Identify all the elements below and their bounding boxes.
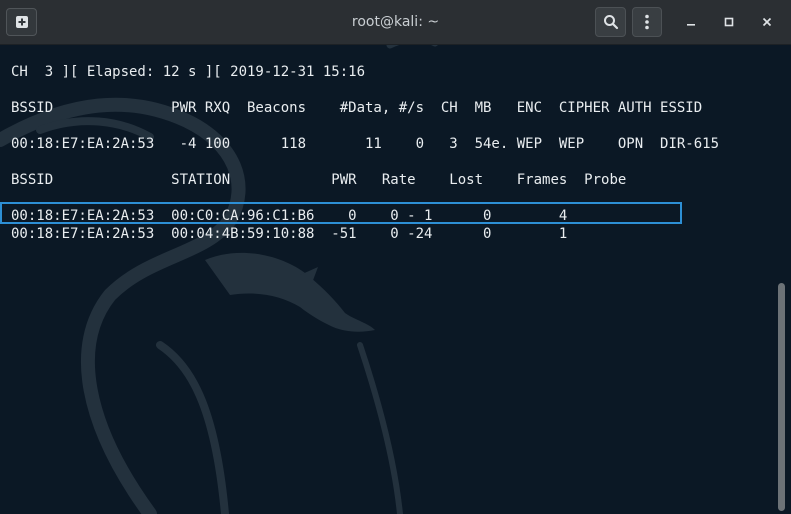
minimize-icon [687, 24, 695, 26]
terminal-output[interactable]: CH 3 ][ Elapsed: 12 s ][ 2019-12-31 15:1… [0, 45, 791, 514]
search-button[interactable] [595, 7, 626, 37]
minimize-button[interactable] [681, 12, 701, 32]
window-title: root@kali: ~ [351, 14, 440, 30]
ap-table-row: 00:18:E7:EA:2A:53 -4 100 118 11 0 3 54e.… [11, 136, 720, 152]
new-tab-icon [15, 16, 28, 28]
close-icon [762, 17, 772, 27]
status-line: CH 3 ][ Elapsed: 12 s ][ 2019-12-31 15:1… [11, 64, 366, 80]
maximize-button[interactable] [719, 12, 739, 32]
scrollbar-thumb[interactable] [778, 283, 785, 511]
selected-row-highlight [0, 202, 682, 224]
terminal-window: root@kali: ~ CH 3][Elapsed: 12 s][20… [0, 0, 791, 514]
station-table-header: BSSID STATION PWR Rate Lost Frames Probe [11, 172, 627, 188]
new-tab-button[interactable] [6, 8, 37, 36]
ap-table-header: BSSID PWR RXQ Beacons #Data, #/s CH MB E… [11, 100, 703, 116]
menu-button[interactable] [632, 7, 662, 37]
kebab-menu-icon [645, 14, 649, 30]
close-button[interactable] [757, 12, 777, 32]
search-icon [603, 15, 618, 30]
maximize-icon [724, 17, 734, 27]
station-table-row: 00:18:E7:EA:2A:53 00:04:4B:59:10:88 -51 … [11, 226, 568, 242]
title-bar: root@kali: ~ [0, 0, 791, 45]
